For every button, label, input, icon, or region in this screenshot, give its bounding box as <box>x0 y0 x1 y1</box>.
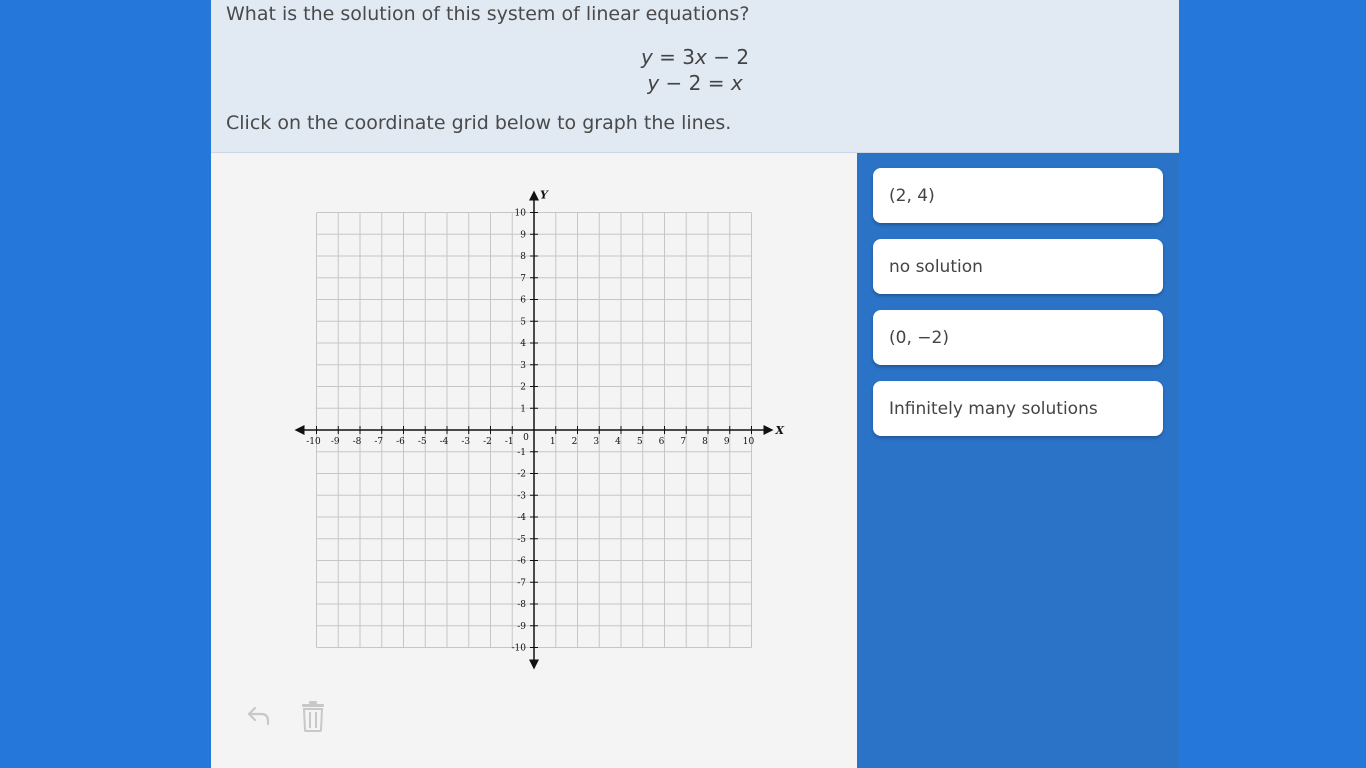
undo-arrow-icon <box>247 706 270 726</box>
y-axis-bottom-arrow <box>529 659 539 670</box>
x-tick-label: -5 <box>418 437 427 447</box>
x-tick-label: 9 <box>724 437 730 447</box>
x-tick-label: -2 <box>483 437 492 447</box>
choice-2-4[interactable]: (2, 4) <box>873 168 1163 223</box>
x-tick-label: 2 <box>572 437 578 447</box>
equation-1: y = 3x − 2 <box>640 45 750 69</box>
x-tick-label: -10 <box>306 437 321 447</box>
y-tick-label: -7 <box>517 578 526 588</box>
x-tick-label: 1 <box>550 437 556 447</box>
y-tick-label: 1 <box>520 404 526 414</box>
graph-workspace: -10 -9 -8 -7 -6 -5 -4 -3 -2 -1 1 2 3 4 5 6 7 8 9 10 -10 -9 -8-… <box>211 153 857 768</box>
y-tick-label: 8 <box>520 252 526 262</box>
x-tick-label: 4 <box>615 437 621 447</box>
y-tick-label: -8 <box>517 600 526 610</box>
y-tick-label: 7 <box>520 274 526 284</box>
y-tick-label: 6 <box>520 296 526 306</box>
question-header: What is the solution of this system of l… <box>211 0 1179 153</box>
y-tick-label: 3 <box>520 361 526 371</box>
y-tick-label: -10 <box>512 644 527 654</box>
x-tick-label: -9 <box>331 437 340 447</box>
answer-choices: (2, 4) no solution (0, −2) Infinitely ma… <box>857 153 1179 768</box>
x-axis-label: X <box>775 424 785 437</box>
choice-0-neg2[interactable]: (0, −2) <box>873 310 1163 365</box>
x-axis-right-arrow <box>763 425 774 435</box>
y-tick-label: 4 <box>520 339 526 349</box>
x-tick-label: 8 <box>702 437 708 447</box>
y-tick-label: 10 <box>515 209 527 219</box>
origin-label: 0 <box>523 433 529 443</box>
y-tick-label: -4 <box>517 513 526 523</box>
y-tick-label: -5 <box>517 535 526 545</box>
trash-icon <box>302 701 324 732</box>
undo-button[interactable] <box>245 699 273 733</box>
y-tick-label: 2 <box>520 383 526 393</box>
x-tick-label: 6 <box>659 437 665 447</box>
y-tick-label: -3 <box>517 491 526 501</box>
y-tick-label: -1 <box>517 448 526 458</box>
x-tick-label: 5 <box>637 437 643 447</box>
x-tick-label: -8 <box>353 437 362 447</box>
y-tick-label: 9 <box>520 230 526 240</box>
choice-infinitely-many[interactable]: Infinitely many solutions <box>873 381 1163 436</box>
y-tick-label: -2 <box>517 470 526 480</box>
question-panel: What is the solution of this system of l… <box>211 0 1179 768</box>
y-tick-label: -9 <box>517 622 526 632</box>
y-axis-top-arrow <box>529 190 539 201</box>
coordinate-grid[interactable]: -10 -9 -8 -7 -6 -5 -4 -3 -2 -1 1 2 3 4 5 6 7 8 9 10-10-9-8-… <box>211 153 857 683</box>
equation-2: y − 2 = x <box>647 71 743 95</box>
delete-button[interactable] <box>299 699 327 733</box>
x-tick-label: 10 <box>743 437 755 447</box>
y-tick-label: 5 <box>520 317 526 327</box>
choice-no-solution[interactable]: no solution <box>873 239 1163 294</box>
x-tick-label: 3 <box>593 437 599 447</box>
question-prompt: What is the solution of this system of l… <box>226 3 750 25</box>
x-axis-left-arrow <box>294 425 305 435</box>
x-tick-label: -3 <box>461 437 470 447</box>
question-instruction: Click on the coordinate grid below to gr… <box>226 112 732 134</box>
y-tick-label: -6 <box>517 557 526 567</box>
x-tick-label: 7 <box>680 437 686 447</box>
x-tick-label: -1 <box>505 437 514 447</box>
x-tick-label: -6 <box>396 437 405 447</box>
x-tick-label: -7 <box>374 437 383 447</box>
x-tick-label: -4 <box>440 437 449 447</box>
y-axis-label: Y <box>540 189 549 202</box>
